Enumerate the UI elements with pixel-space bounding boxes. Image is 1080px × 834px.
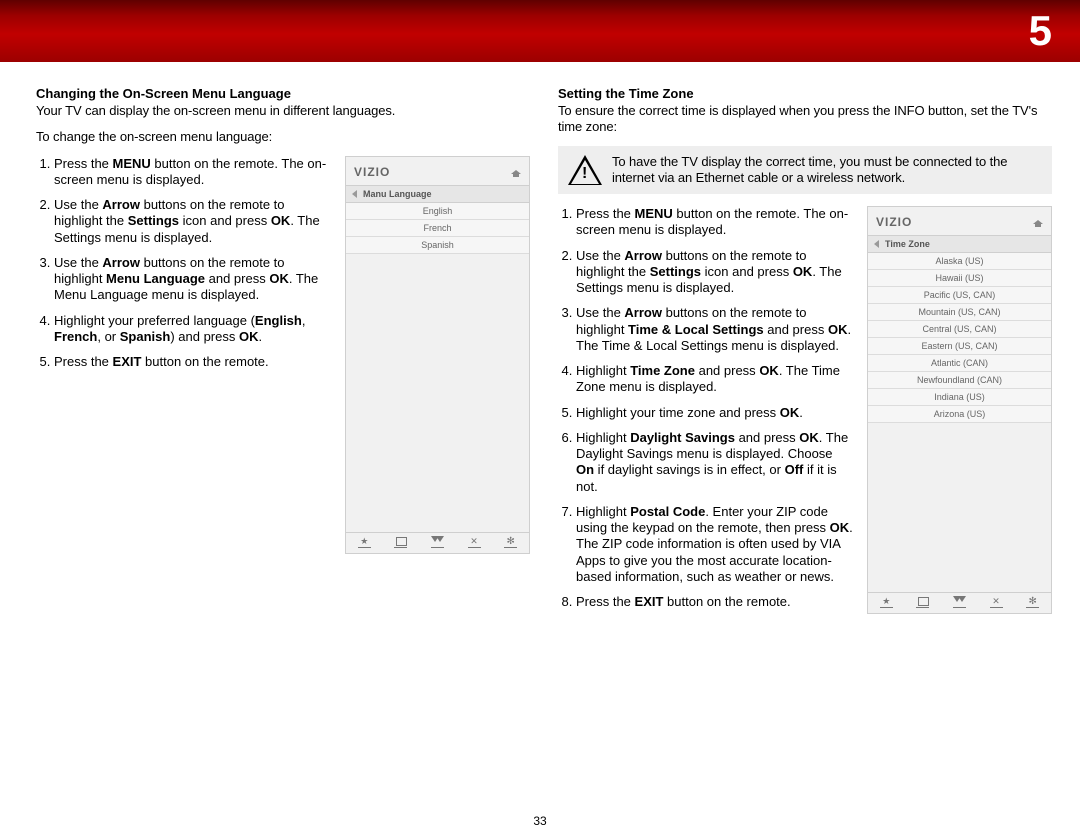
right-heading: Setting the Time Zone	[558, 86, 1052, 101]
tv-menu-item: Hawaii (US)	[868, 270, 1051, 287]
left-intro-2: To change the on-screen menu language:	[36, 129, 530, 145]
left-steps-list: Press the MENU button on the remote. The…	[36, 156, 331, 554]
right-steps-with-tv: Press the MENU button on the remote. The…	[558, 206, 1052, 619]
close-icon	[468, 538, 481, 548]
tv-logo: VIZIO	[876, 215, 912, 229]
left-intro-1: Your TV can display the on-screen menu i…	[36, 103, 530, 119]
cc-icon	[394, 538, 407, 548]
cc-icon	[916, 598, 929, 608]
step-item: Press the MENU button on the remote. The…	[54, 156, 331, 189]
tv-menu-title: Time Zone	[885, 239, 930, 249]
tv-menu-title-row: Time Zone	[868, 235, 1051, 253]
tv-footer-icons	[346, 532, 529, 553]
via-icon	[953, 598, 966, 608]
tv-menu-item: Alaska (US)	[868, 253, 1051, 270]
tv-menu-item: Eastern (US, CAN)	[868, 338, 1051, 355]
tv-items: EnglishFrenchSpanish	[346, 203, 529, 532]
chapter-header: 5	[0, 0, 1080, 62]
tv-menu-title: Manu Language	[363, 189, 432, 199]
via-icon	[431, 538, 444, 548]
left-column: Changing the On-Screen Menu Language You…	[36, 86, 530, 619]
warning-icon: !	[568, 155, 602, 185]
tv-menu-item: Spanish	[346, 237, 529, 254]
tv-menu-title-row: Manu Language	[346, 185, 529, 203]
step-item: Press the EXIT button on the remote.	[576, 594, 853, 610]
gear-icon	[504, 538, 517, 548]
tv-menu-item: Pacific (US, CAN)	[868, 287, 1051, 304]
step-item: Highlight Time Zone and press OK. The Ti…	[576, 363, 853, 396]
tv-menu-item: Newfoundland (CAN)	[868, 372, 1051, 389]
gear-icon	[1026, 598, 1039, 608]
step-item: Use the Arrow buttons on the remote to h…	[576, 305, 853, 354]
star-icon	[358, 538, 371, 548]
step-item: Use the Arrow buttons on the remote to h…	[54, 255, 331, 304]
tv-header: VIZIO	[868, 207, 1051, 235]
tv-mock-timezone: VIZIO Time Zone Alaska (US)Hawaii (US)Pa…	[867, 206, 1052, 614]
left-heading: Changing the On-Screen Menu Language	[36, 86, 530, 101]
tv-menu-item: Indiana (US)	[868, 389, 1051, 406]
right-intro: To ensure the correct time is displayed …	[558, 103, 1052, 136]
right-steps-list: Press the MENU button on the remote. The…	[558, 206, 853, 619]
tv-menu-item: Mountain (US, CAN)	[868, 304, 1051, 321]
back-icon	[352, 190, 357, 198]
tv-menu-item: Atlantic (CAN)	[868, 355, 1051, 372]
tv-logo: VIZIO	[354, 165, 390, 179]
home-icon	[511, 167, 521, 177]
warning-text: To have the TV display the correct time,…	[612, 154, 1042, 187]
step-item: Press the EXIT button on the remote.	[54, 354, 331, 370]
step-item: Press the MENU button on the remote. The…	[576, 206, 853, 239]
tv-header: VIZIO	[346, 157, 529, 185]
page-number: 33	[0, 814, 1080, 828]
tv-items: Alaska (US)Hawaii (US)Pacific (US, CAN)M…	[868, 253, 1051, 592]
step-item: Highlight Daylight Savings and press OK.…	[576, 430, 853, 495]
home-icon	[1033, 217, 1043, 227]
step-item: Highlight Postal Code. Enter your ZIP co…	[576, 504, 853, 585]
content-columns: Changing the On-Screen Menu Language You…	[0, 62, 1080, 619]
left-steps-with-tv: Press the MENU button on the remote. The…	[36, 156, 530, 554]
step-item: Use the Arrow buttons on the remote to h…	[54, 197, 331, 246]
tv-footer-icons	[868, 592, 1051, 613]
close-icon	[990, 598, 1003, 608]
step-item: Highlight your time zone and press OK.	[576, 405, 853, 421]
chapter-number: 5	[1029, 7, 1052, 55]
step-item: Use the Arrow buttons on the remote to h…	[576, 248, 853, 297]
back-icon	[874, 240, 879, 248]
tv-menu-item: English	[346, 203, 529, 220]
warning-box: ! To have the TV display the correct tim…	[558, 146, 1052, 195]
star-icon	[880, 598, 893, 608]
tv-menu-item: Arizona (US)	[868, 406, 1051, 423]
tv-menu-item: French	[346, 220, 529, 237]
right-column: Setting the Time Zone To ensure the corr…	[558, 86, 1052, 619]
tv-menu-item: Central (US, CAN)	[868, 321, 1051, 338]
tv-mock-language: VIZIO Manu Language EnglishFrenchSpanish	[345, 156, 530, 554]
step-item: Highlight your preferred language (Engli…	[54, 313, 331, 346]
